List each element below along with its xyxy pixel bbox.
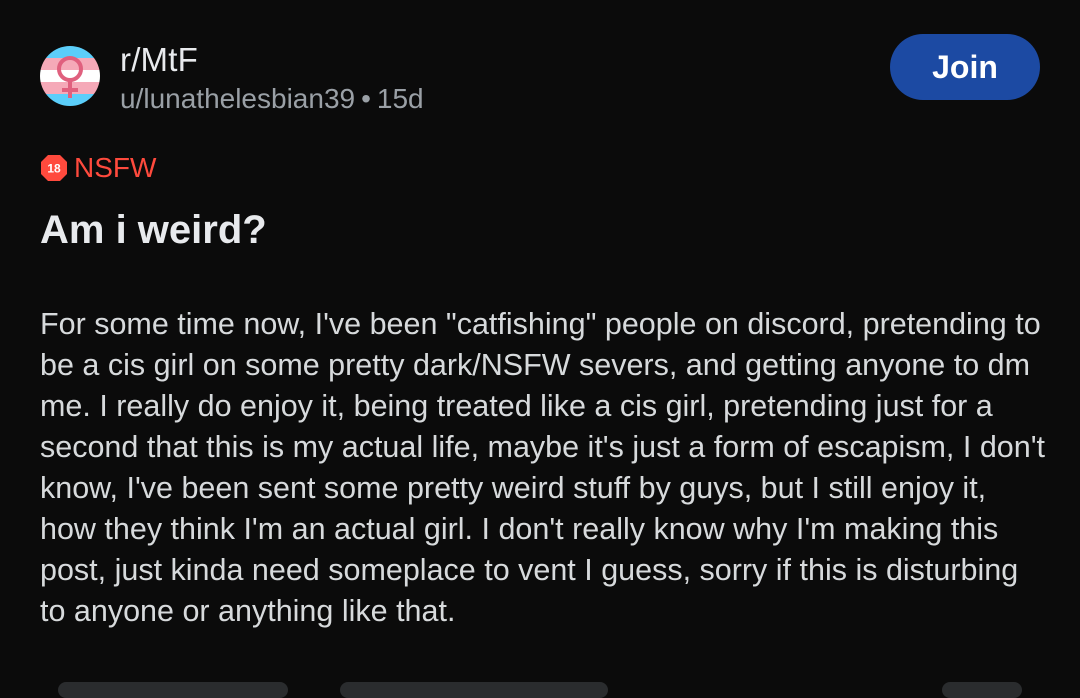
nsfw-tag: 18 NSFW [40,152,156,184]
join-button[interactable]: Join [890,34,1040,100]
nsfw-18-badge-icon: 18 [41,155,67,181]
post-body[interactable]: For some time now, I've been "catfishing… [40,304,1050,632]
nsfw-icon-text: 18 [47,162,61,176]
byline-separator: • [361,83,371,114]
subreddit-name[interactable]: r/MtF [120,42,424,78]
post-age: 15d [376,83,424,114]
subreddit-avatar[interactable] [40,46,100,106]
nsfw-label: NSFW [74,152,157,183]
share-button[interactable] [942,682,1022,698]
transgender-flag-venus-icon [40,46,100,106]
post-meta: r/MtF u/lunathelesbian39 • 15d [120,42,424,116]
post-action-bar [0,682,1080,698]
comments-button[interactable] [340,682,608,698]
post-title[interactable]: Am i weird? [40,206,267,254]
author-username[interactable]: u/lunathelesbian39 [120,83,355,114]
vote-button-group[interactable] [58,682,288,698]
post-header: r/MtF u/lunathelesbian39 • 15d Join [40,34,1040,114]
post-byline: u/lunathelesbian39 • 15d [120,82,424,116]
